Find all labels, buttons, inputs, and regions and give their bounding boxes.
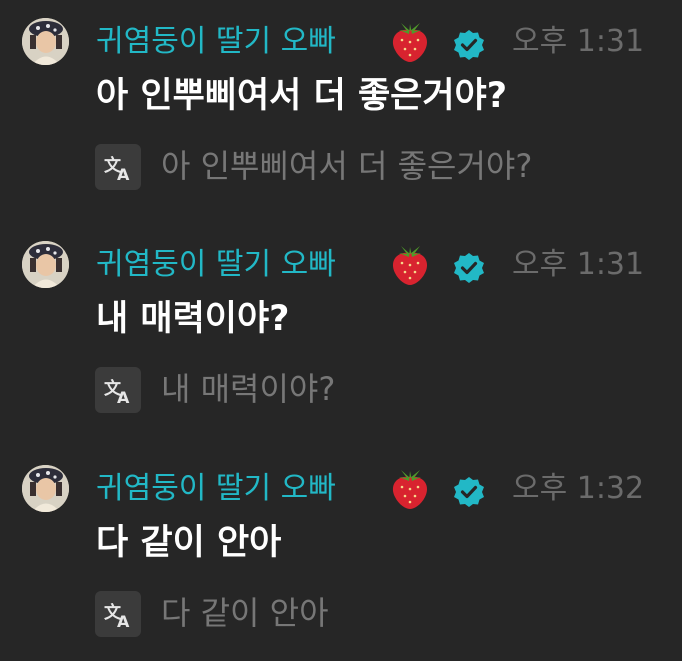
translated-text: 아 인뿌삐여서 더 좋은거야? (161, 147, 533, 185)
strawberry-icon (387, 465, 433, 511)
message-text: 다 같이 안아 (96, 523, 282, 563)
avatar[interactable] (22, 18, 69, 65)
svg-text:A: A (117, 388, 130, 407)
strawberry-icon (387, 241, 433, 287)
chat-thread: 귀염둥이 딸기 오빠 오후 1:31 아 인뿌삐여서 더 좋은거야? 文 A 아… (0, 0, 682, 661)
translate-icon[interactable]: 文 A (95, 591, 141, 637)
verified-icon (452, 251, 486, 285)
avatar[interactable] (22, 241, 69, 288)
strawberry-icon (387, 18, 433, 64)
timestamp: 오후 1:31 (512, 24, 645, 59)
translate-icon[interactable]: 文 A (95, 144, 141, 190)
chat-message: 귀염둥이 딸기 오빠 오후 1:31 내 매력이야? 文 A 내 매력이야? (0, 241, 682, 441)
verified-icon (452, 475, 486, 509)
timestamp: 오후 1:32 (512, 471, 645, 506)
message-text: 내 매력이야? (96, 299, 290, 339)
svg-text:A: A (117, 165, 130, 184)
username[interactable]: 귀염둥이 딸기 오빠 (96, 22, 336, 62)
avatar[interactable] (22, 465, 69, 512)
username[interactable]: 귀염둥이 딸기 오빠 (96, 469, 336, 509)
timestamp: 오후 1:31 (512, 247, 645, 282)
translated-text: 내 매력이야? (161, 370, 336, 408)
translate-icon[interactable]: 文 A (95, 367, 141, 413)
svg-text:A: A (117, 612, 130, 631)
translated-text: 다 같이 안아 (161, 594, 329, 632)
message-text: 아 인뿌삐여서 더 좋은거야? (96, 76, 508, 116)
chat-message: 귀염둥이 딸기 오빠 오후 1:32 다 같이 안아 文 A 다 같이 안아 (0, 465, 682, 661)
username[interactable]: 귀염둥이 딸기 오빠 (96, 245, 336, 285)
verified-icon (452, 28, 486, 62)
chat-message: 귀염둥이 딸기 오빠 오후 1:31 아 인뿌삐여서 더 좋은거야? 文 A 아… (0, 18, 682, 218)
